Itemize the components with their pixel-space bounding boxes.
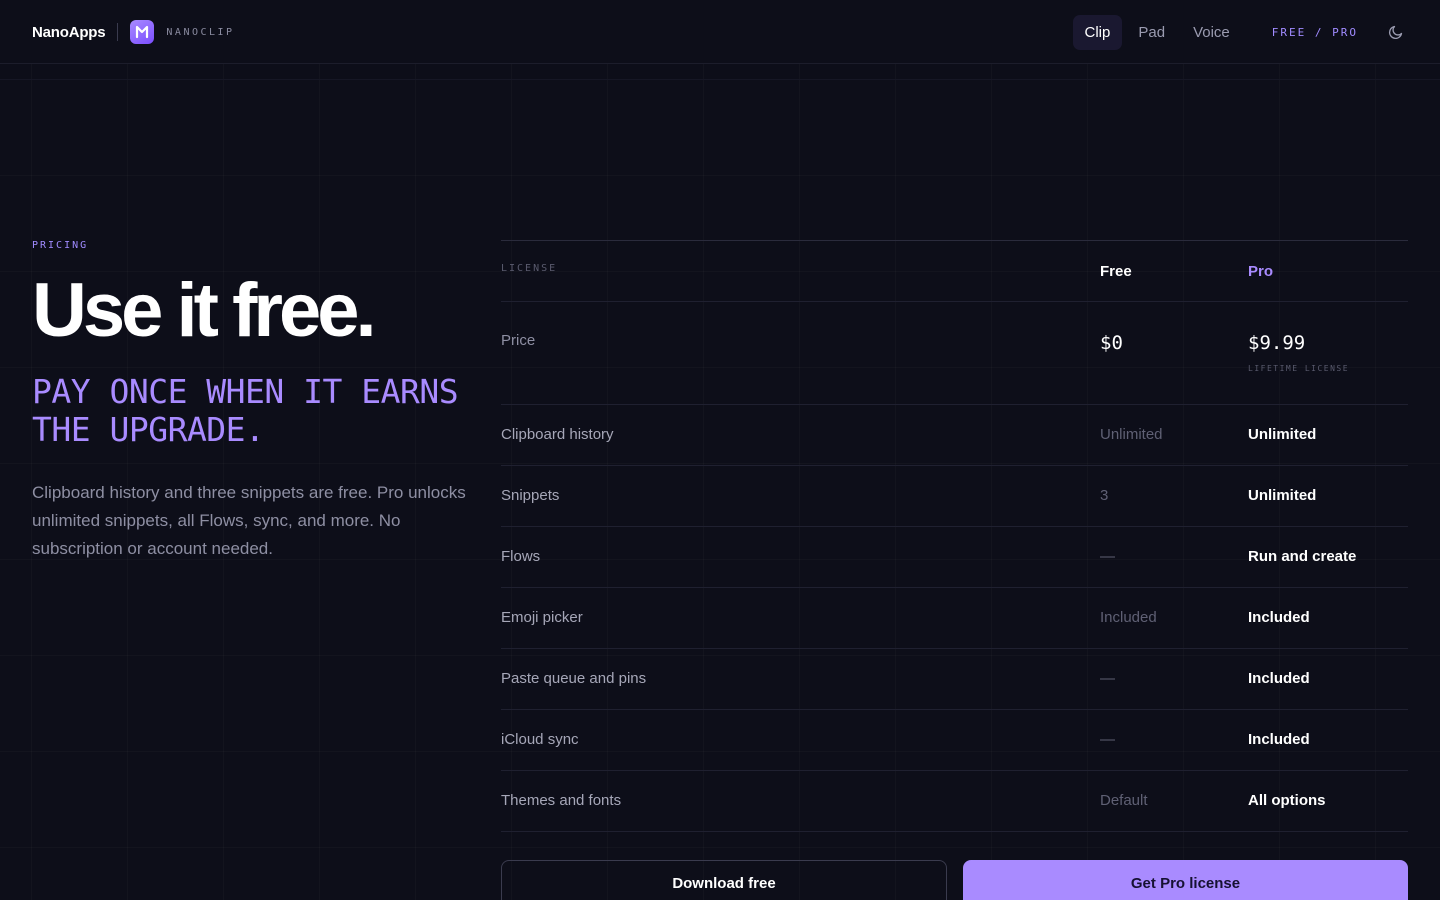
pro-value: Included xyxy=(1248,670,1310,687)
feature-label: Clipboard history xyxy=(501,426,614,443)
tab-voice[interactable]: Voice xyxy=(1181,15,1242,50)
price-free: $0 xyxy=(1100,332,1123,354)
pro-value: Unlimited xyxy=(1248,426,1317,443)
top-bar: NanoApps NANOCLIP Clip Pad Voice FREE / … xyxy=(0,0,1440,64)
hero: PRICING Use it free. PAY ONCE WHEN IT EA… xyxy=(32,240,472,563)
nanoclip-logo-icon[interactable] xyxy=(130,20,155,44)
price-label: Price xyxy=(501,332,536,349)
free-value: Included xyxy=(1100,609,1157,626)
feature-label: iCloud sync xyxy=(501,731,579,748)
free-value: — xyxy=(1100,548,1115,565)
brand: NanoApps NANOCLIP xyxy=(32,0,235,64)
price-pro: $9.99 xyxy=(1248,332,1306,354)
top-nav: Clip Pad Voice FREE / PRO xyxy=(1069,0,1408,64)
feature-label: Snippets xyxy=(501,487,560,504)
column-header-free: Free xyxy=(1100,263,1132,280)
pro-value: Run and create xyxy=(1248,548,1357,565)
free-value: Default xyxy=(1100,792,1148,809)
price-pro-note: LIFETIME LICENSE xyxy=(1248,364,1350,373)
free-value: 3 xyxy=(1100,487,1109,504)
pro-value: All options xyxy=(1248,792,1326,809)
table-row: Clipboard history Unlimited Unlimited xyxy=(501,405,1408,466)
feature-label: Flows xyxy=(501,548,541,565)
free-value: Unlimited xyxy=(1100,426,1163,443)
column-header-pro: Pro xyxy=(1248,263,1274,280)
pro-value: Unlimited xyxy=(1248,487,1317,504)
header-divider xyxy=(0,79,1440,80)
page-title: Use it free. xyxy=(32,268,377,353)
feature-label: Emoji picker xyxy=(501,609,583,626)
hero-description: Clipboard history and three snippets are… xyxy=(32,483,466,558)
brand-name[interactable]: NanoApps xyxy=(32,24,106,41)
brand-divider xyxy=(117,23,119,41)
pro-value: Included xyxy=(1248,609,1310,626)
pricing-table: LICENSE Free Pro Price $0 $9.99 LIFETIME… xyxy=(501,240,1408,832)
download-free-button[interactable]: Download free xyxy=(501,860,947,900)
table-row: Paste queue and pins — Included xyxy=(501,649,1408,710)
table-row: Emoji picker Included Included xyxy=(501,588,1408,649)
pro-value: Included xyxy=(1248,731,1310,748)
free-value: — xyxy=(1100,731,1115,748)
tab-pad[interactable]: Pad xyxy=(1126,15,1177,50)
table-row: iCloud sync — Included xyxy=(501,710,1408,771)
edition-link[interactable]: FREE / PRO xyxy=(1272,26,1358,39)
feature-label: Themes and fonts xyxy=(501,792,622,809)
hero-subtitle: PAY ONCE WHEN IT EARNS THE UPGRADE. xyxy=(32,372,459,449)
section-eyebrow: PRICING xyxy=(32,240,89,251)
get-pro-license-button[interactable]: Get Pro license xyxy=(963,860,1408,900)
feature-label: Paste queue and pins xyxy=(501,670,647,687)
table-row: Themes and fonts Default All options xyxy=(501,771,1408,832)
app-name: NANOCLIP xyxy=(166,26,235,38)
column-header-license: LICENSE xyxy=(501,263,558,274)
moon-icon[interactable] xyxy=(1384,20,1408,44)
table-row: Snippets 3 Unlimited xyxy=(501,466,1408,527)
free-value: — xyxy=(1100,670,1115,687)
table-header-row: LICENSE Free Pro xyxy=(501,241,1408,302)
tab-clip[interactable]: Clip xyxy=(1072,14,1123,50)
pricing-actions: Download free Get Pro license xyxy=(501,860,1408,900)
table-row: Flows — Run and create xyxy=(501,527,1408,588)
price-row: Price $0 $9.99 LIFETIME LICENSE xyxy=(501,302,1408,405)
